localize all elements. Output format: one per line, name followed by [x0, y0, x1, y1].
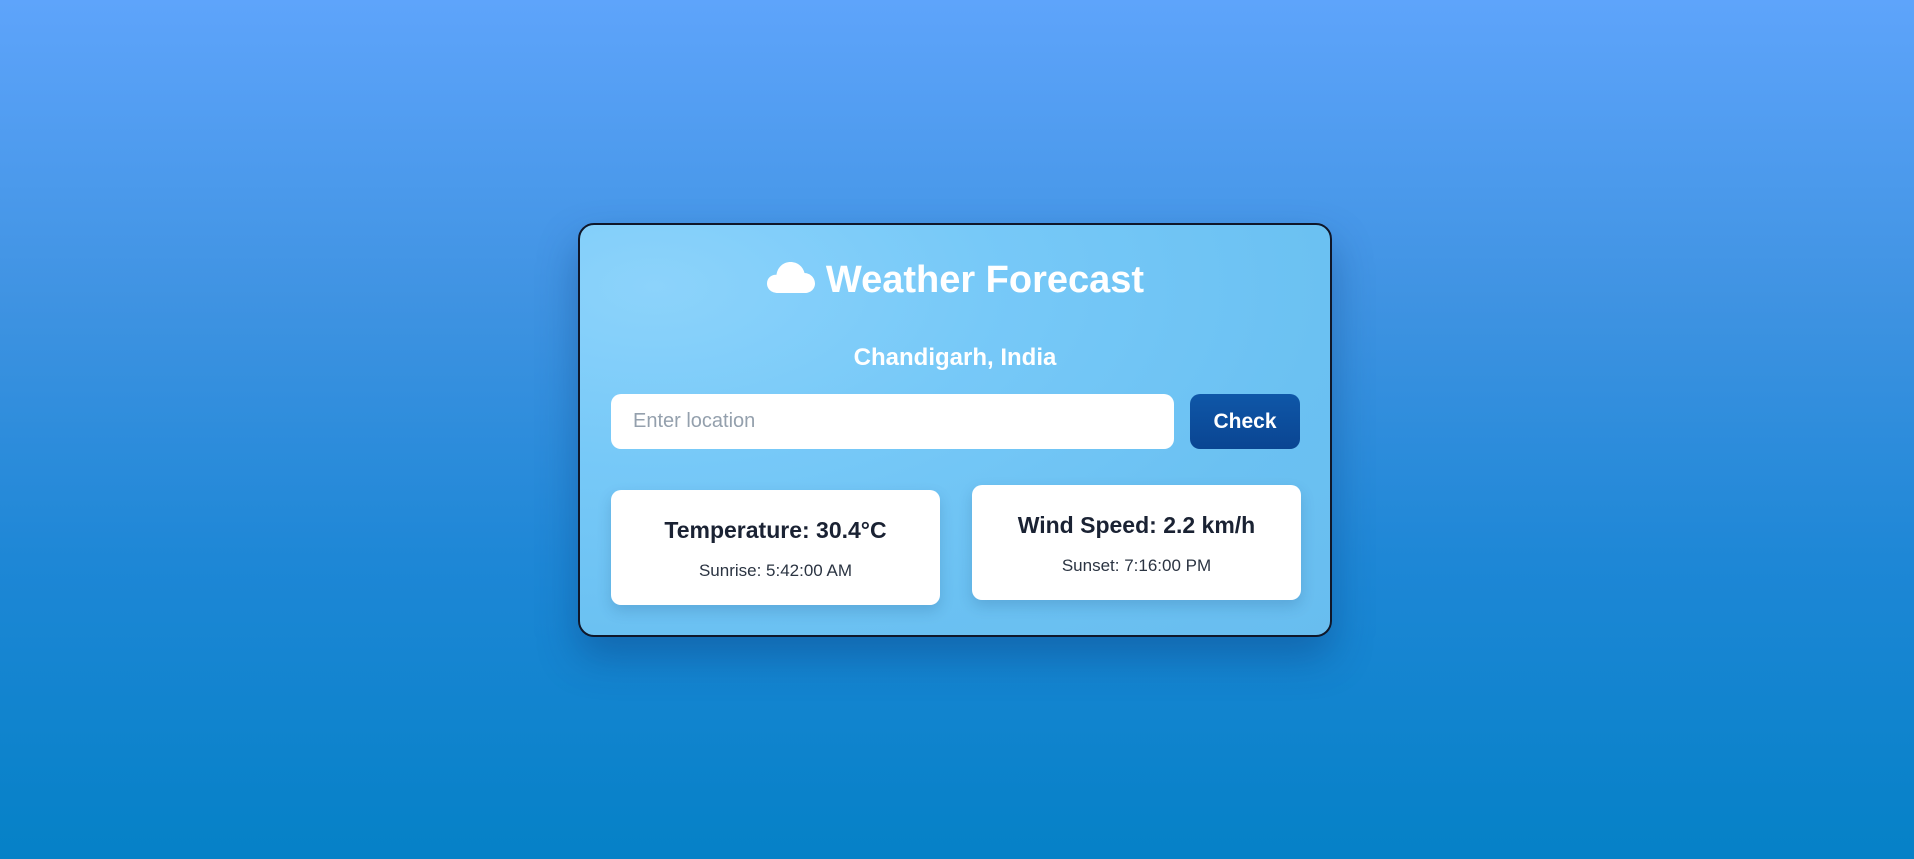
temperature-card: Temperature: 30.4°C Sunrise: 5:42:00 AM: [611, 490, 940, 605]
sunset-time: Sunset: 7:16:00 PM: [1061, 556, 1212, 575]
weather-card: Weather Forecast Chandigarh, India Check…: [578, 223, 1332, 637]
page-title: Weather Forecast: [580, 257, 1330, 303]
location-label: Chandigarh, India: [853, 344, 1057, 371]
sunrise-time: Sunrise: 5:42:00 AM: [698, 561, 853, 580]
location-input[interactable]: [611, 394, 1174, 449]
cloud-icon: [766, 262, 815, 293]
wind-card: Wind Speed: 2.2 km/h Sunset: 7:16:00 PM: [972, 485, 1301, 600]
check-button[interactable]: Check: [1190, 394, 1300, 449]
title-text: Weather Forecast: [825, 259, 1145, 301]
wind-speed-value: Wind Speed: 2.2 km/h: [1017, 512, 1256, 538]
temperature-value: Temperature: 30.4°C: [664, 517, 887, 543]
